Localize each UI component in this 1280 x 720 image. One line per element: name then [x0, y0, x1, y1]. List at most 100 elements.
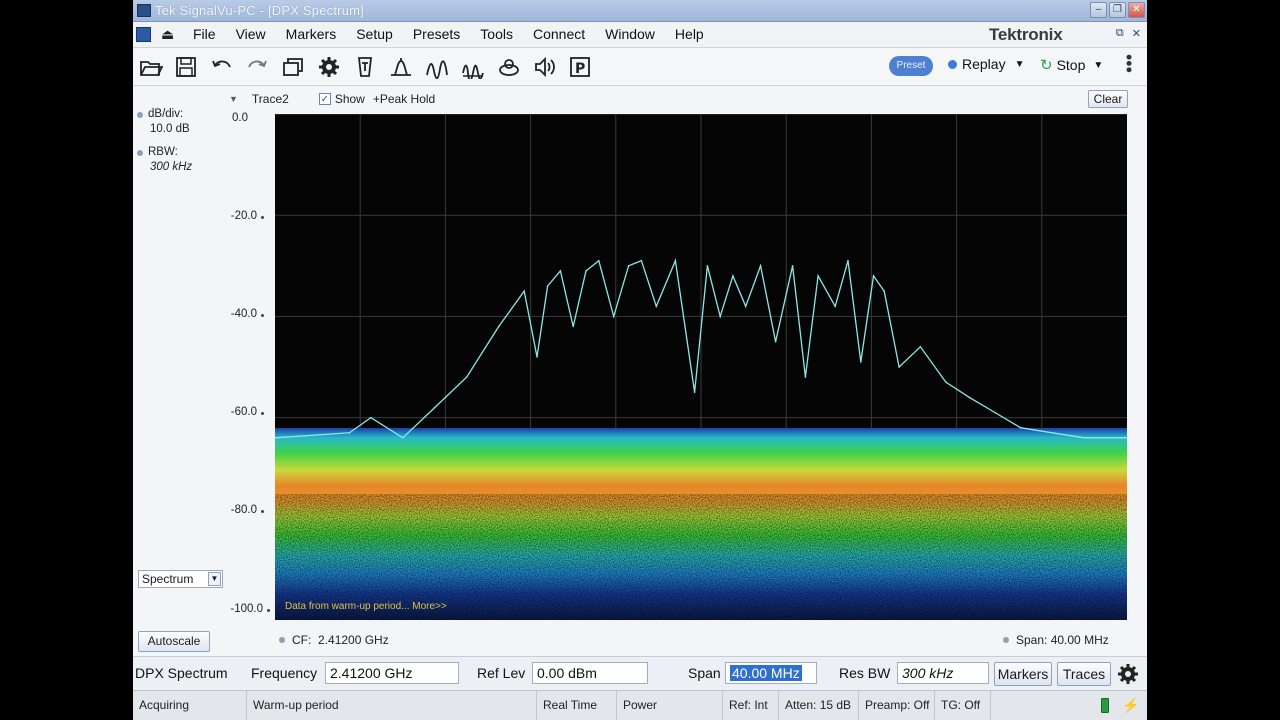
replay-dot-icon	[948, 59, 957, 69]
presets-p-icon[interactable]: P	[567, 54, 593, 80]
trigger-icon[interactable]	[352, 54, 378, 80]
audio-icon[interactable]	[532, 54, 558, 80]
document-icon[interactable]	[136, 27, 151, 42]
menu-connect[interactable]: Connect	[533, 26, 585, 42]
trace-point	[1051, 432, 1054, 434]
trace-point	[585, 270, 587, 272]
reflev-field[interactable]: 0.00 dBm	[532, 662, 648, 684]
redo-icon[interactable]	[244, 54, 270, 80]
trace-point	[674, 259, 677, 262]
cf-readout[interactable]: CF: 2.41200 GHz	[279, 633, 389, 647]
trace-point	[759, 265, 762, 267]
windows-icon[interactable]	[280, 54, 306, 80]
trace-point	[919, 346, 922, 348]
y-tick-label: 0.0	[232, 112, 248, 124]
title-bar: Tek SignalVu-PC - [DPX Spectrum] – ❐ ✕	[133, 0, 1147, 22]
spectrum-plot[interactable]: Data from warm-up period... More>>	[275, 114, 1127, 620]
status-power: Power	[617, 691, 723, 720]
record-icon[interactable]	[496, 54, 522, 80]
detection-label[interactable]: +Peak Hold	[373, 92, 435, 106]
trace-point	[883, 290, 885, 292]
replay-button[interactable]: Replay ▼	[948, 56, 1025, 72]
settings-icon[interactable]	[316, 54, 342, 80]
window-controls: – ❐ ✕	[1090, 2, 1145, 18]
trace-point	[370, 416, 372, 419]
refresh-icon: ↻	[1040, 57, 1053, 74]
trace-point	[655, 305, 658, 308]
y-tick-label: -40.0	[217, 308, 264, 320]
y-tick-label: -60.0	[217, 406, 264, 418]
span-readout[interactable]: Span: 40.00 MHz	[1003, 633, 1109, 647]
trace-point	[791, 265, 794, 267]
save-icon[interactable]	[173, 54, 199, 80]
resbw-field[interactable]: 300 kHz	[897, 662, 989, 684]
span-readout-value: 40.00 MHz	[1050, 633, 1109, 647]
status-atten: Atten: 15 dB	[779, 691, 859, 720]
mdi-restore-icon[interactable]: ⧉	[1116, 27, 1124, 40]
trace-name[interactable]: Trace2	[252, 92, 289, 106]
mdi-close-icon[interactable]: ✕	[1132, 27, 1141, 40]
bullet-icon	[137, 150, 143, 156]
rbw-value: 300 kHz	[150, 161, 193, 173]
menu-markers[interactable]: Markers	[286, 26, 337, 42]
undo-icon[interactable]	[209, 54, 235, 80]
menu-help[interactable]: Help	[675, 26, 704, 42]
preset-button[interactable]: Preset	[889, 56, 933, 76]
bullet-icon	[137, 112, 143, 118]
trace-point	[732, 275, 734, 277]
amplitude-icon[interactable]	[424, 54, 450, 80]
markers-button[interactable]: Markers	[994, 662, 1052, 686]
rbw-setting[interactable]: RBW: 300 kHz	[137, 145, 193, 175]
frequency-field[interactable]: 2.41200 GHz	[325, 662, 459, 684]
trace-dropdown-icon[interactable]: ▼	[229, 94, 238, 104]
trace-point	[693, 391, 696, 394]
toolbar: P Preset Replay ▼ ↻ Stop ▼ •••	[133, 48, 1147, 86]
span-field-value: 40.00 MHz	[730, 665, 802, 681]
eject-icon[interactable]: ⏏	[161, 26, 174, 43]
show-checkbox[interactable]: ✓	[318, 93, 331, 105]
span-readout-label: Span:	[1016, 633, 1048, 647]
mode-select[interactable]: Spectrum ▼	[138, 570, 223, 588]
restore-button[interactable]: ❐	[1109, 2, 1126, 18]
more-options-icon[interactable]: •••	[1119, 54, 1139, 73]
warmup-note[interactable]: Data from warm-up period... More>>	[285, 601, 447, 612]
autoscale-button[interactable]: Autoscale	[138, 631, 210, 652]
status-mode: Real Time	[537, 691, 617, 720]
spectrum-graph	[275, 114, 1127, 620]
chevron-down-icon: ▼	[1014, 58, 1025, 70]
span-field[interactable]: 40.00 MHz	[725, 662, 817, 684]
acquire-icon[interactable]	[388, 54, 414, 80]
app-logo-icon	[137, 4, 151, 17]
span-label: Span	[688, 665, 721, 681]
power-plug-icon: ⚡	[1122, 697, 1140, 713]
trace-point	[744, 305, 747, 308]
status-acquiring: Acquiring	[133, 691, 247, 720]
close-button[interactable]: ✕	[1128, 2, 1145, 18]
status-tg: TG: Off	[935, 691, 991, 720]
db-div-value: 10.0 dB	[150, 123, 190, 135]
run-stop-button[interactable]: ↻ Stop ▼	[1040, 56, 1103, 74]
open-icon[interactable]	[138, 54, 164, 80]
traces-button[interactable]: Traces	[1057, 662, 1111, 686]
mdi-controls: ⧉ ✕	[1116, 27, 1141, 40]
status-preamp: Preamp: Off	[859, 691, 935, 720]
menu-setup[interactable]: Setup	[356, 26, 393, 42]
menu-tools[interactable]: Tools	[480, 26, 513, 42]
trace-point	[719, 315, 721, 318]
db-div-setting[interactable]: dB/div: 10.0 dB	[137, 107, 190, 137]
minimize-button[interactable]: –	[1090, 2, 1107, 18]
rbw-label: RBW:	[148, 146, 178, 158]
trace-point	[536, 356, 538, 358]
menu-presets[interactable]: Presets	[413, 26, 460, 42]
replay-label: Replay	[962, 56, 1006, 72]
trace-point	[348, 432, 351, 434]
clear-button[interactable]: Clear	[1088, 90, 1128, 108]
settings-gear-icon[interactable]	[1115, 661, 1141, 687]
menu-view[interactable]: View	[236, 26, 266, 42]
frequency-icon[interactable]	[460, 54, 486, 80]
menu-file[interactable]: File	[193, 26, 216, 42]
svg-text:P: P	[575, 61, 585, 77]
trace-point	[804, 376, 807, 378]
menu-window[interactable]: Window	[605, 26, 655, 42]
trace-point	[994, 411, 996, 414]
